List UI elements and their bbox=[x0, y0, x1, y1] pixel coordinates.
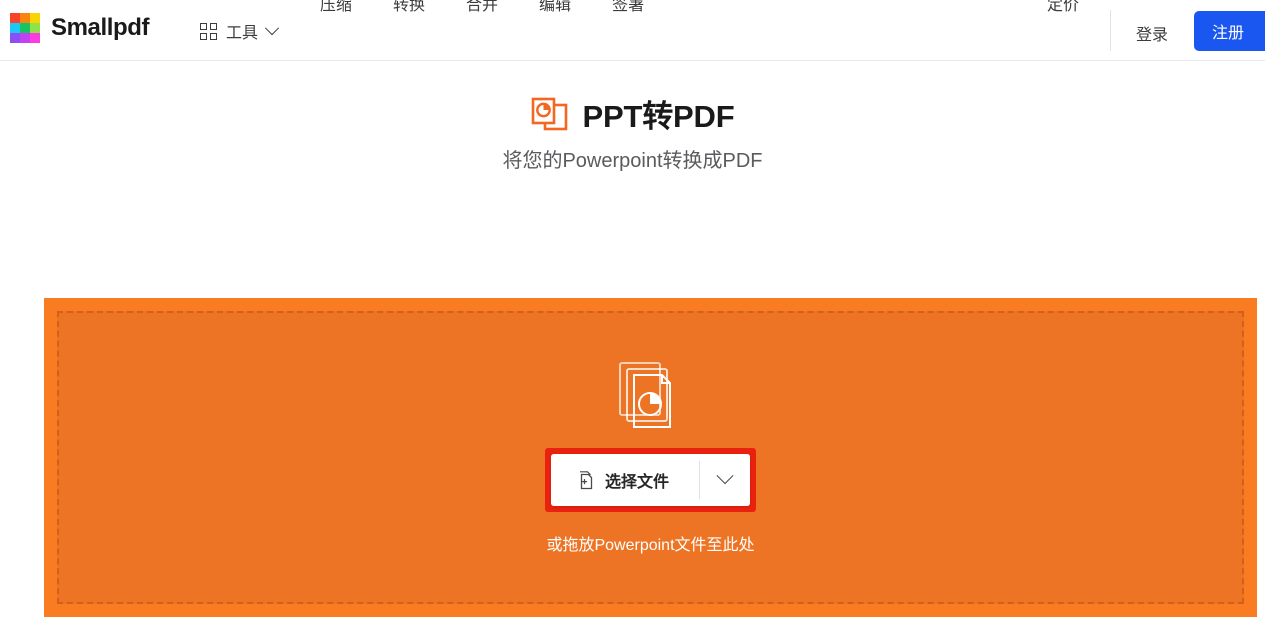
page-title: PPT转PDF bbox=[582, 99, 735, 134]
tools-menu-label: 工具 bbox=[226, 25, 259, 42]
chevron-down-icon bbox=[716, 467, 734, 485]
logo-cell-4 bbox=[10, 23, 20, 33]
logo-cell-2 bbox=[20, 13, 30, 23]
presentation-stack-icon bbox=[618, 362, 671, 428]
logo-cell-3 bbox=[30, 13, 40, 23]
nav-item-pricing[interactable]: 定价 bbox=[1047, 0, 1079, 15]
nav-item-edit[interactable]: 编辑 bbox=[539, 0, 571, 15]
ppt-to-pdf-icon bbox=[531, 97, 567, 130]
chevron-down-icon bbox=[264, 21, 280, 36]
logo-cell-9 bbox=[30, 33, 40, 43]
file-add-icon bbox=[579, 471, 593, 490]
nav-item-compress[interactable]: 压缩 bbox=[320, 0, 352, 15]
nav-item-convert[interactable]: 转换 bbox=[393, 0, 425, 15]
file-dropzone-inner[interactable]: 选择文件 或拖放Powerpoint文件至此处 bbox=[57, 311, 1244, 604]
header-divider bbox=[1110, 10, 1111, 51]
logo-cell-7 bbox=[10, 33, 20, 43]
login-link[interactable]: 登录 bbox=[1136, 21, 1168, 45]
file-dropzone[interactable]: 选择文件 或拖放Powerpoint文件至此处 bbox=[44, 298, 1257, 617]
logo-cell-1 bbox=[10, 13, 20, 23]
nav-item-merge[interactable]: 合并 bbox=[466, 0, 498, 15]
grid-icon bbox=[200, 22, 217, 40]
signup-button[interactable]: 注册 bbox=[1194, 11, 1265, 51]
choose-file-label: 选择文件 bbox=[604, 474, 669, 491]
logo-cell-8 bbox=[20, 33, 30, 43]
nav-item-sign[interactable]: 签署 bbox=[612, 0, 644, 15]
tools-menu-button[interactable]: 工具 bbox=[200, 19, 280, 43]
choose-file-highlight: 选择文件 bbox=[544, 448, 756, 512]
logo-cell-6 bbox=[30, 23, 40, 33]
title-row: PPT转PDF bbox=[0, 91, 1265, 136]
drop-hint-text: 或拖放Powerpoint文件至此处 bbox=[546, 537, 755, 554]
brand-logo-link[interactable]: Smallpdf bbox=[10, 13, 150, 43]
page-header-block: PPT转PDF 将您的Powerpoint转换成PDF bbox=[0, 91, 1265, 173]
primary-nav: 压缩 转换 合并 编辑 签署 bbox=[320, 0, 644, 15]
page-subtitle: 将您的Powerpoint转换成PDF bbox=[502, 150, 763, 172]
choose-file-button[interactable]: 选择文件 bbox=[550, 454, 699, 506]
brand-name: Smallpdf bbox=[51, 14, 150, 41]
logo-cell-5 bbox=[20, 23, 30, 33]
smallpdf-logo-icon bbox=[10, 13, 40, 43]
choose-file-dropdown-button[interactable] bbox=[700, 454, 750, 506]
choose-file-group: 选择文件 bbox=[550, 454, 750, 506]
site-header: Smallpdf 工具 压缩 转换 合并 编辑 签署 定价 登录 注册 bbox=[0, 0, 1265, 61]
